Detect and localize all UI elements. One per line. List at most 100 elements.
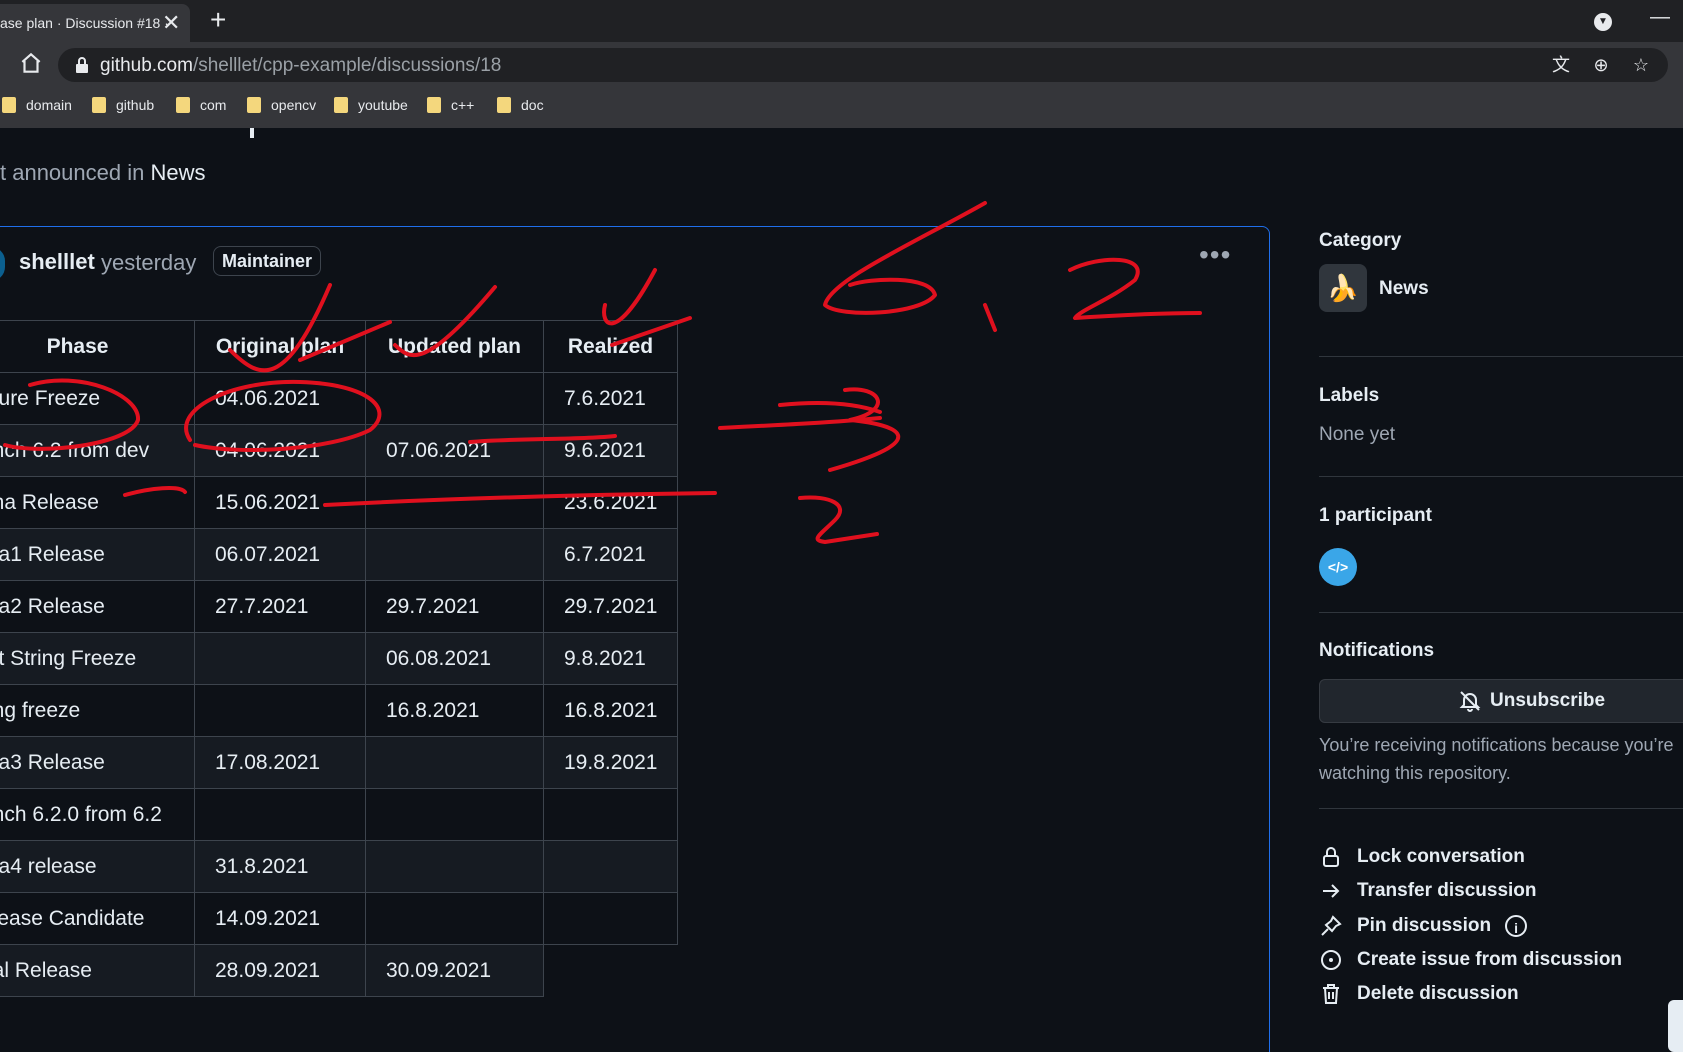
column-header: Original plan: [194, 320, 366, 373]
delete-discussion-action[interactable]: Delete discussion: [1319, 981, 1519, 1007]
table-cell: 23.6.2021: [543, 476, 678, 529]
post-time[interactable]: yesterday: [101, 250, 196, 276]
author-name[interactable]: shelllet: [19, 249, 95, 275]
trash-icon: [1323, 984, 1339, 1004]
table-cell: elease Candidate: [0, 892, 195, 945]
banana-icon: 🍌: [1319, 264, 1367, 312]
folder-icon: [176, 97, 190, 113]
announced-category-link[interactable]: News: [150, 160, 205, 185]
table-cell: eta3 Release: [0, 736, 195, 789]
table-cell: [365, 528, 544, 581]
bookmark-github[interactable]: github: [92, 97, 154, 113]
active-tab[interactable]: ase plan · Discussion #18 · ✕: [0, 4, 190, 42]
category-link[interactable]: News: [1379, 278, 1429, 300]
folder-icon: [497, 97, 511, 113]
table-row: oft String Freeze 06.08.20219.8.2021: [0, 632, 678, 685]
notifications-reason: You’re receiving notifications because y…: [1319, 735, 1674, 783]
table-cell: [365, 840, 544, 893]
table-cell: 9.8.2021: [543, 632, 678, 685]
folder-icon: [2, 97, 16, 113]
table-row: ring freeze 16.8.202116.8.2021: [0, 684, 678, 737]
table-cell: [194, 632, 366, 685]
bookmark-domain[interactable]: domain: [2, 97, 72, 113]
tab-strip: ase plan · Discussion #18 · ✕ + ▼ —: [0, 0, 1683, 42]
divider: [1319, 612, 1683, 613]
divider: [1319, 356, 1683, 357]
more-options-icon[interactable]: •••: [1199, 239, 1231, 271]
announced-line: t announced in News: [0, 160, 206, 185]
bookmark-com[interactable]: com: [176, 97, 226, 113]
table-row: anch 6.2.0 from 6.2: [0, 788, 678, 841]
url-text: github.com/shelllet/cpp-example/discussi…: [100, 55, 502, 76]
folder-icon: [427, 97, 441, 113]
divider: [1319, 476, 1683, 477]
lock-icon: [76, 57, 88, 73]
address-bar[interactable]: github.com/shelllet/cpp-example/discussi…: [58, 48, 1668, 82]
star-icon[interactable]: ☆: [1630, 54, 1652, 76]
profile-dropdown-icon[interactable]: ▼: [1594, 13, 1612, 31]
table-cell: [194, 788, 366, 841]
table-cell: ring freeze: [0, 684, 195, 737]
table-cell: 29.7.2021: [365, 580, 544, 633]
unsubscribe-button[interactable]: Unsubscribe: [1319, 679, 1683, 723]
bookmark-doc[interactable]: doc: [497, 97, 544, 113]
table-row: pha Release15.06.2021 23.6.2021: [0, 476, 678, 529]
table-cell: [543, 788, 678, 841]
browser-toolbar: github.com/shelllet/cpp-example/discussi…: [0, 42, 1683, 88]
table-row: eta1 Release06.07.2021 6.7.2021: [0, 528, 678, 581]
table-cell: [365, 476, 544, 529]
minimize-icon[interactable]: —: [1650, 6, 1670, 29]
table-row: anch 6.2 from dev04.06.202107.06.20219.6…: [0, 424, 678, 477]
labels-value: None yet: [1319, 424, 1396, 445]
table-cell: 28.09.2021: [194, 944, 366, 997]
divider: [1319, 808, 1683, 809]
bookmark-opencv[interactable]: opencv: [247, 97, 316, 113]
home-icon[interactable]: [18, 50, 44, 76]
table-cell: 7.6.2021: [543, 372, 678, 425]
table-cell: 17.08.2021: [194, 736, 366, 789]
table-cell: 04.06.2021: [194, 424, 366, 477]
participant-avatar[interactable]: </>: [1319, 548, 1357, 586]
discussion-sidebar: Category 🍌 News Labels None yet 1 partic…: [1319, 128, 1683, 1052]
column-header: Phase: [0, 320, 195, 373]
translate-icon[interactable]: 文: [1550, 54, 1572, 76]
lock-icon: [1323, 847, 1339, 867]
table-row: eta3 Release17.08.2021 19.8.2021: [0, 736, 678, 789]
table-cell: 06.07.2021: [194, 528, 366, 581]
author-avatar[interactable]: [0, 247, 5, 281]
table-cell: nal Release: [0, 944, 195, 997]
transfer-discussion-action[interactable]: Transfer discussion: [1319, 878, 1537, 904]
table-cell: 30.09.2021: [365, 944, 544, 997]
maintainer-badge: Maintainer: [213, 246, 322, 276]
close-tab-icon[interactable]: ✕: [162, 10, 180, 36]
table-cell: [365, 892, 544, 945]
table-cell: 6.7.2021: [543, 528, 678, 581]
bookmark-youtube[interactable]: youtube: [334, 97, 408, 113]
create-issue-action[interactable]: Create issue from discussion: [1319, 947, 1622, 973]
scroll-edge-widget[interactable]: [1668, 1000, 1683, 1052]
bell-slash-icon: [1459, 691, 1481, 712]
new-tab-icon[interactable]: +: [210, 4, 226, 36]
notifications-heading: Notifications: [1319, 640, 1435, 661]
table-row: eta4 release31.8.2021: [0, 840, 678, 893]
table-cell: 31.8.2021: [194, 840, 366, 893]
zoom-icon[interactable]: ⊕: [1590, 54, 1612, 76]
post-header: shelllet yesterday Maintainer •••: [0, 227, 1269, 297]
table-cell: 9.6.2021: [543, 424, 678, 477]
table-cell: 16.8.2021: [365, 684, 544, 737]
info-icon[interactable]: i: [1505, 915, 1528, 937]
table-row: nal Release28.09.202130.09.2021: [0, 944, 678, 997]
issue-opened-icon: [1321, 950, 1341, 970]
lock-conversation-action[interactable]: Lock conversation: [1319, 844, 1525, 870]
table-cell: anch 6.2.0 from 6.2: [0, 788, 195, 841]
table-cell: 06.08.2021: [365, 632, 544, 685]
table-cell: 07.06.2021: [365, 424, 544, 477]
table-cell: 27.7.2021: [194, 580, 366, 633]
pin-discussion-action[interactable]: Pin discussion i: [1319, 913, 1528, 939]
folder-icon: [92, 97, 106, 113]
table-cell: 14.09.2021: [194, 892, 366, 945]
labels-heading: Labels: [1319, 385, 1380, 406]
table-cell: [543, 944, 678, 997]
bookmark-cpp[interactable]: c++: [427, 97, 474, 113]
arrow-right-icon: [1323, 884, 1340, 898]
